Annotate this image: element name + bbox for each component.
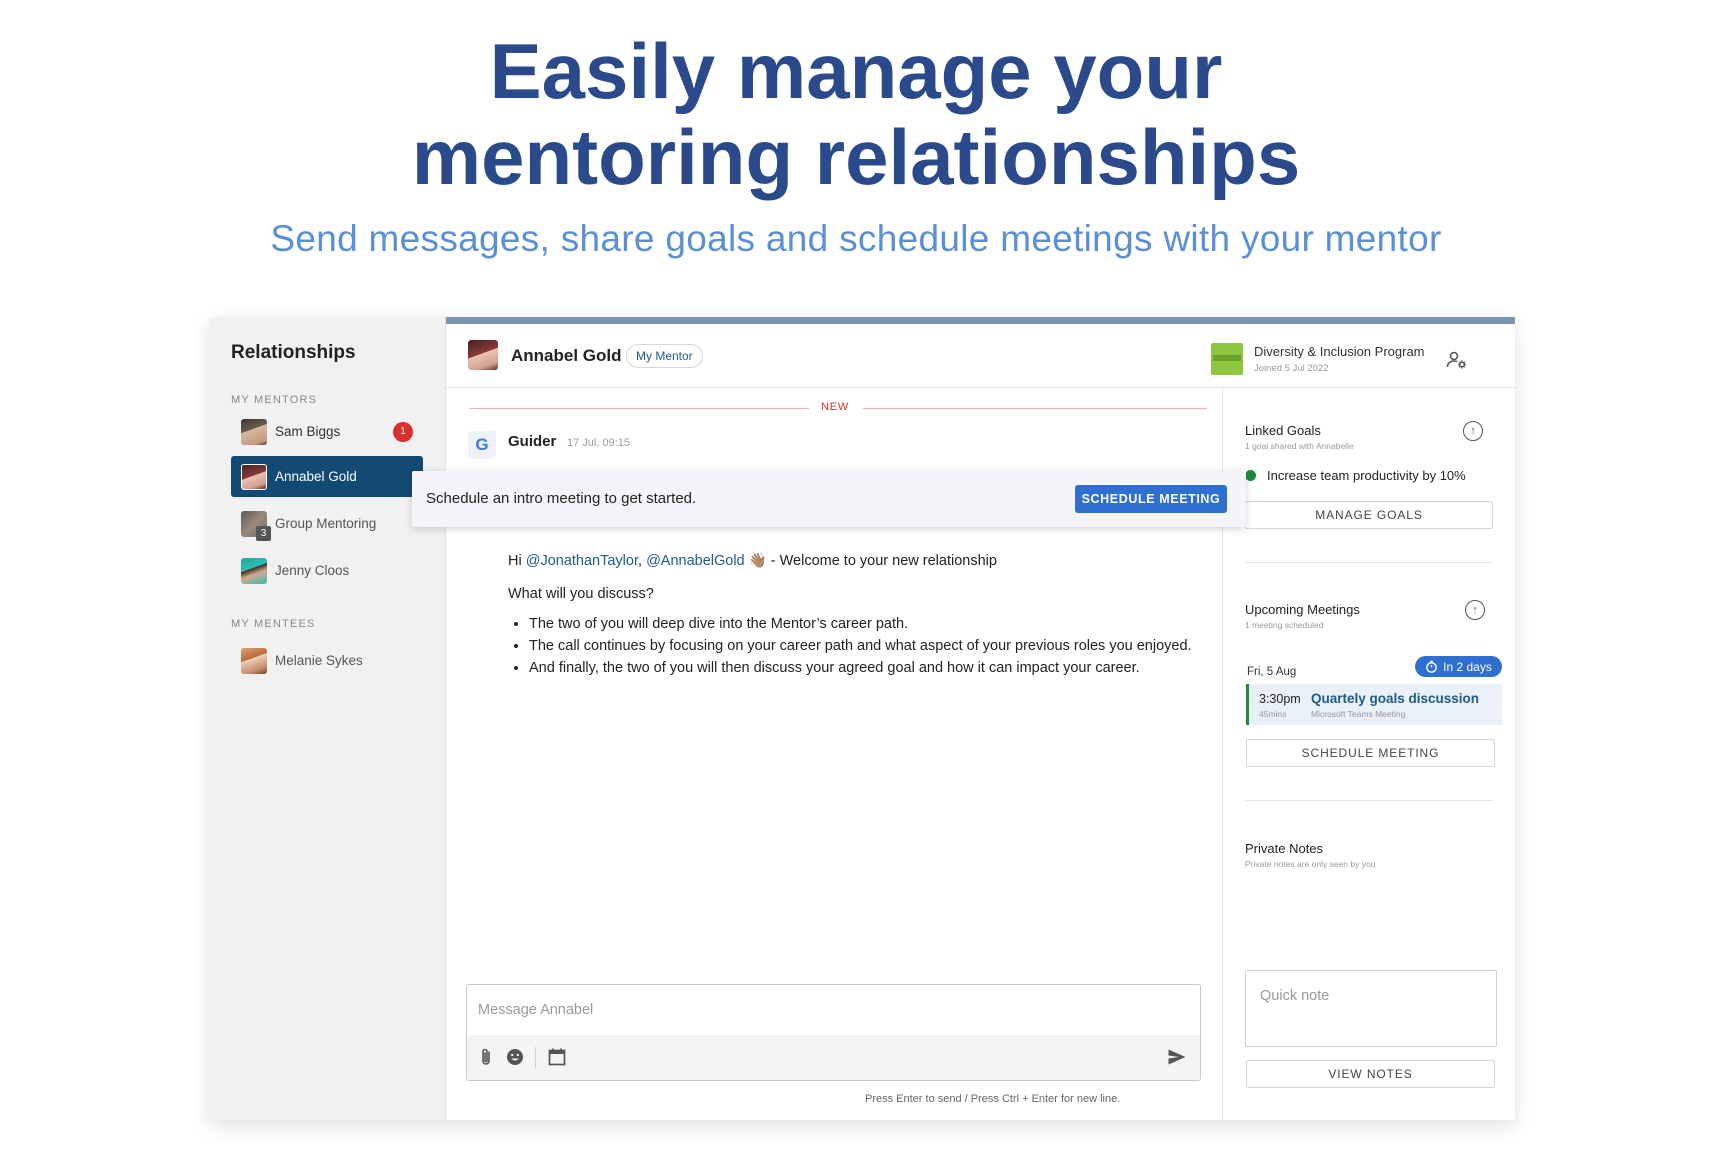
list-item: And finally, the two of you will then di… [529, 657, 1208, 679]
program-logo [1211, 343, 1243, 375]
private-notes-subtitle: Private notes are only seen by you [1245, 859, 1376, 869]
sidebar-item-label: Jenny Cloos [275, 563, 350, 578]
view-notes-button[interactable]: VIEW NOTES [1246, 1060, 1495, 1088]
program-name: Diversity & Inclusion Program [1254, 344, 1425, 359]
manage-goals-button[interactable]: MANAGE GOALS [1245, 501, 1493, 529]
guider-logo-icon: G [468, 431, 496, 459]
app-window: Relationships MY MENTORS Sam Biggs 1 Ann… [209, 317, 1515, 1120]
upcoming-meetings-title: Upcoming Meetings [1245, 602, 1360, 617]
list-item: The call continues by focusing on your c… [529, 635, 1208, 657]
message-input[interactable] [467, 985, 1200, 1035]
greeting-line: Hi @JonathanTaylor, @AnnabelGold 👋🏽 - We… [508, 550, 1208, 572]
new-label: NEW [821, 401, 850, 413]
meeting-card[interactable]: 3:30pm 45mins Quartely goals discussion … [1246, 684, 1502, 725]
avatar [241, 557, 267, 584]
avatar [241, 463, 267, 490]
composer-toolbar [467, 1035, 1200, 1080]
toolbar-divider [535, 1047, 536, 1068]
meeting-countdown-badge: In 2 days [1415, 656, 1502, 677]
meeting-duration: 45mins [1259, 709, 1287, 719]
schedule-meeting-button[interactable]: SCHEDULE MEETING [1075, 485, 1227, 513]
message-body: Hi @JonathanTaylor, @AnnabelGold 👋🏽 - We… [508, 550, 1208, 679]
intro-meeting-banner: Schedule an intro meeting to get started… [412, 471, 1246, 527]
avatar [468, 340, 498, 370]
goal-label: Increase team productivity by 10% [1267, 468, 1466, 483]
goal-item[interactable]: Increase team productivity by 10% [1245, 468, 1466, 483]
sidebar-item-group-mentoring[interactable]: 3 Group Mentoring [231, 503, 423, 544]
meeting-location: Microsoft Teams Meeting [1311, 709, 1406, 719]
relationship-details-panel: Linked Goals 1 goal shared with Annabell… [1222, 388, 1515, 1120]
emoji-icon[interactable] [505, 1047, 525, 1067]
sidebar-item-melanie-sykes[interactable]: Melanie Sykes [231, 640, 423, 681]
relationship-tag: My Mentor [626, 344, 703, 368]
top-accent-bar [446, 317, 1515, 324]
greeting-prefix: Hi [508, 553, 526, 569]
hero-title-line1: Easily manage your [489, 27, 1223, 115]
avatar [241, 647, 267, 674]
sidebar: Relationships MY MENTORS Sam Biggs 1 Ann… [209, 317, 446, 1120]
meeting-date: Fri, 5 Aug [1247, 666, 1297, 678]
collapse-meetings-icon[interactable]: ↑ [1465, 600, 1485, 620]
schedule-meeting-panel-button[interactable]: SCHEDULE MEETING [1246, 739, 1495, 767]
group-avatar: 3 [241, 510, 271, 541]
sidebar-title: Relationships [231, 342, 356, 363]
sidebar-item-sam-biggs[interactable]: Sam Biggs 1 [231, 411, 423, 452]
mentees-section-label: MY MENTEES [231, 618, 316, 630]
private-notes-title: Private Notes [1245, 841, 1324, 856]
timer-icon [1426, 660, 1437, 673]
question-heading: What will you discuss? [508, 586, 654, 602]
sidebar-item-label: Sam Biggs [275, 424, 341, 439]
calendar-icon[interactable] [547, 1047, 567, 1067]
contact-name: Annabel Gold [511, 346, 622, 365]
hero-title: Easily manage your mentoring relationshi… [0, 28, 1712, 200]
divider [1245, 800, 1493, 801]
sidebar-item-label: Annabel Gold [275, 469, 357, 484]
program-joined-date: Joined 5 Jul 2022 [1254, 363, 1329, 374]
meeting-title: Quartely goals discussion [1311, 691, 1480, 706]
linked-goals-subtitle: 1 goal shared with Annabelle [1245, 441, 1354, 451]
linked-goals-title: Linked Goals [1245, 423, 1321, 438]
avatar [241, 418, 267, 445]
sidebar-item-annabel-gold[interactable]: Annabel Gold [231, 456, 423, 497]
unread-badge: 1 [393, 421, 413, 442]
quick-note-field[interactable] [1245, 970, 1497, 1047]
hero-title-line2: mentoring relationships [411, 113, 1301, 201]
message-author: Guider [508, 433, 557, 450]
separator: , [638, 553, 647, 569]
discussion-list: The two of you will deep dive into the M… [508, 613, 1208, 679]
upcoming-meetings-subtitle: 1 meeting scheduled [1245, 620, 1324, 630]
banner-text: Schedule an intro meeting to get started… [426, 490, 697, 507]
meeting-time: 3:30pm [1259, 692, 1301, 706]
chat-header: Annabel Gold My Mentor Diversity & Inclu… [446, 324, 1515, 388]
message-timestamp: 17 Jul, 09:15 [567, 437, 630, 449]
sidebar-item-label: Group Mentoring [275, 516, 377, 531]
list-item: The two of you will deep dive into the M… [529, 613, 1208, 635]
group-count-badge: 3 [256, 525, 271, 541]
send-icon[interactable] [1167, 1047, 1187, 1067]
wave-emoji: 👋🏽 [748, 553, 767, 569]
collapse-goals-icon[interactable]: ↑ [1463, 421, 1483, 441]
composer-hint: Press Enter to send / Press Ctrl + Enter… [865, 1093, 1121, 1105]
sidebar-item-jenny-cloos[interactable]: Jenny Cloos [231, 550, 423, 591]
attachment-icon[interactable] [477, 1047, 497, 1067]
mention-link[interactable]: @JonathanTaylor [526, 553, 638, 569]
divider [1245, 562, 1493, 563]
sidebar-item-label: Melanie Sykes [275, 653, 363, 668]
hero-subtitle: Send messages, share goals and schedule … [270, 218, 1442, 259]
meeting-countdown-label: In 2 days [1443, 659, 1492, 674]
user-settings-icon[interactable] [1446, 350, 1468, 370]
message-composer [466, 984, 1201, 1081]
mentors-section-label: MY MENTORS [231, 394, 318, 406]
mention-link[interactable]: @AnnabelGold [646, 553, 745, 569]
goal-status-dot [1245, 470, 1256, 481]
greeting-suffix: - Welcome to your new relationship [766, 553, 997, 569]
